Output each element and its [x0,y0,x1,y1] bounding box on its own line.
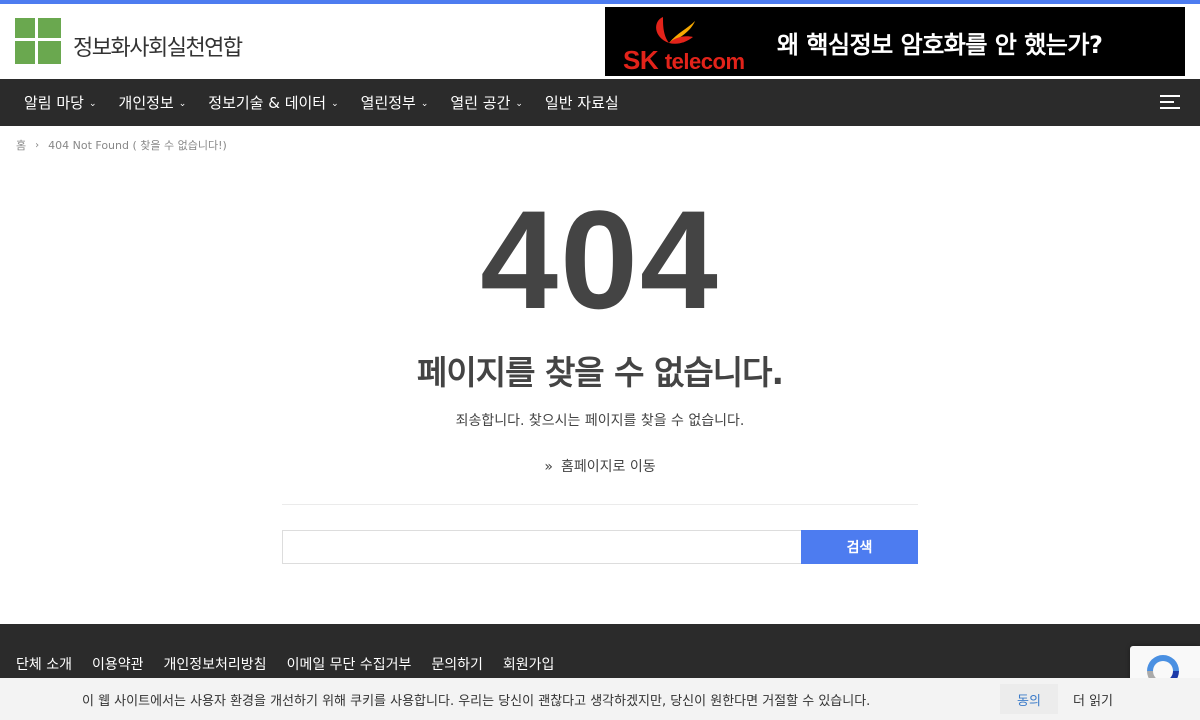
ad-banner[interactable]: SK telecom 왜 핵심정보 암호화를 안 했는가? [605,7,1185,76]
search-button[interactable]: 검색 [801,530,918,564]
home-link[interactable]: » 홈페이지로 이동 [0,456,1200,476]
error-code: 404 [480,181,720,338]
nav-item-label: 알림 마당 [24,94,84,112]
chevron-right-icon: › [35,139,40,151]
banner-headline: 왜 핵심정보 암호화를 안 했는가? [777,31,1103,59]
footer-link-privacy-policy[interactable]: 개인정보처리방침 [164,654,267,674]
cookie-accept-button[interactable]: 동의 [1000,684,1058,714]
brand-sk: SK [623,45,659,75]
site-header: 정보화사회실천연합 SK telecom 왜 핵심정보 암호화를 안 했는가? [0,4,1200,79]
footer-links: 단체 소개 이용약관 개인정보처리방침 이메일 무단 수집거부 문의하기 회원가… [16,654,574,674]
footer-link-email-refusal[interactable]: 이메일 무단 수집거부 [287,654,412,674]
nav-item-open-space[interactable]: 열린 공간 ⌄ [450,92,523,113]
nav-item-label: 열린정부 [360,94,416,112]
cookie-read-more-link[interactable]: 더 읽기 [1073,690,1113,709]
nav-item-label: 열린 공간 [450,94,511,112]
chevron-down-icon: ⌄ [88,98,97,109]
chevron-down-icon: ⌄ [331,98,339,109]
sk-butterfly-icon [656,17,695,44]
site-logo[interactable]: 정보화사회실천연합 [15,18,243,64]
page-title: 페이지를 찾을 수 없습니다. [417,353,784,392]
main-nav: 알림 마당 ⌄ 개인정보 ⌄ 정보기술 & 데이터 ⌄ 열린정부 ⌄ 열린 공간… [0,79,1200,126]
nav-item-label: 개인정보 [118,94,174,112]
divider [282,504,918,505]
home-link-label: 홈페이지로 이동 [560,459,656,475]
footer-link-about[interactable]: 단체 소개 [16,654,72,674]
breadcrumb: 홈 › 404 Not Found ( 찾을 수 없습니다!) [16,137,227,153]
chevron-down-icon: ⌄ [420,98,429,109]
nav-item-label: 정보기술 & 데이터 [208,94,327,112]
search-form: 검색 [282,530,918,564]
cookie-text: 이 웹 사이트에서는 사용자 환경을 개선하기 위해 쿠키를 사용합니다. 우리… [82,694,871,709]
search-input[interactable] [282,530,801,564]
hamburger-icon[interactable] [1160,93,1180,111]
cookie-notice: 이 웹 사이트에서는 사용자 환경을 개선하기 위해 쿠키를 사용합니다. 우리… [0,678,1200,720]
breadcrumb-home[interactable]: 홈 [16,137,26,153]
footer-link-terms[interactable]: 이용약관 [92,654,144,674]
footer-link-contact[interactable]: 문의하기 [431,654,483,674]
nav-item-it-data[interactable]: 정보기술 & 데이터 ⌄ [208,92,338,113]
chevron-down-icon: ⌄ [178,98,187,109]
chevron-down-icon: ⌄ [515,98,523,109]
nav-item-open-government[interactable]: 열린정부 ⌄ [361,92,429,113]
breadcrumb-current: 404 Not Found ( 찾을 수 없습니다!) [48,139,227,152]
logo-mark-icon [15,18,61,64]
nav-item-label: 일반 자료실 [544,94,619,112]
nav-item-privacy[interactable]: 개인정보 ⌄ [119,92,187,113]
footer-link-signup[interactable]: 회원가입 [503,654,555,674]
brand-telecom: telecom [664,49,745,74]
double-chevron-right-icon: » [544,459,553,475]
site-title: 정보화사회실천연합 [73,36,243,61]
sk-telecom-logo: SK telecom [623,15,773,75]
nav-item-general-archive[interactable]: 일반 자료실 [545,92,619,113]
nav-item-notice[interactable]: 알림 마당 ⌄ [24,92,97,113]
error-description: 죄송합니다. 찾으시는 페이지를 찾을 수 없습니다. [455,413,745,429]
